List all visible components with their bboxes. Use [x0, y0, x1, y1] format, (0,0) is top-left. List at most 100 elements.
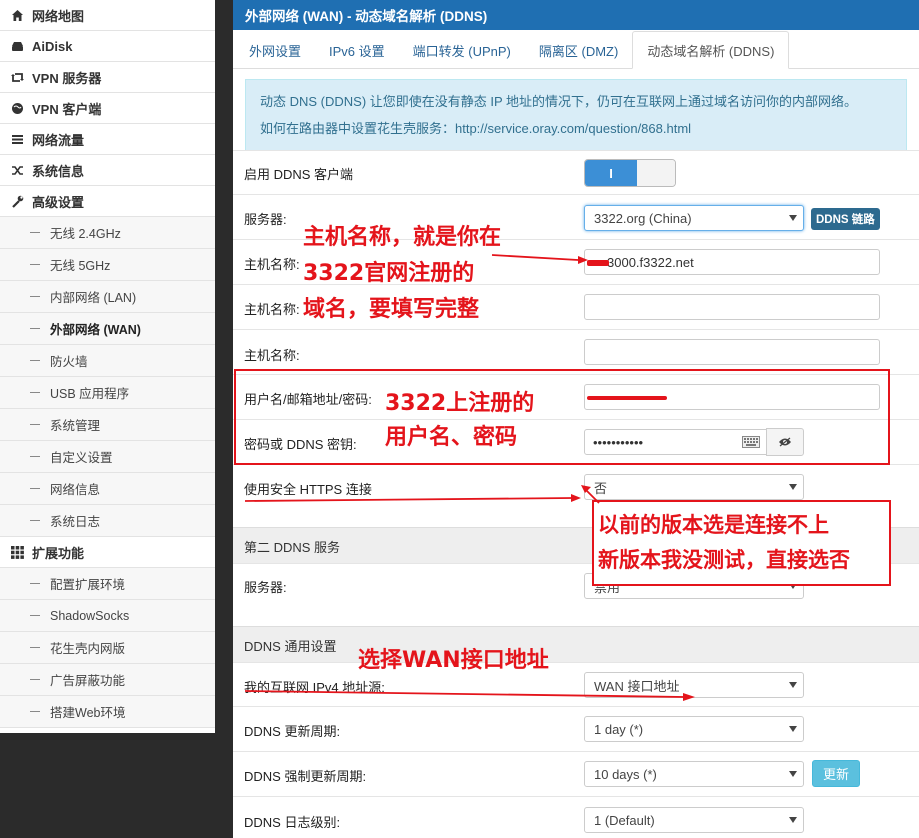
sidebar-sub-label: 外部网络 (WAN): [50, 323, 141, 337]
tab-wan-settings[interactable]: 外网设置: [235, 32, 315, 68]
sidebar-item-vpn-server[interactable]: VPN 服务器: [0, 62, 215, 93]
sidebar-item-traffic[interactable]: 网络流量: [0, 124, 215, 155]
arrow-icon: [244, 494, 581, 502]
annotation-host: 主机名称，就是你在 3322官网注册的 域名，要填写完整: [303, 220, 501, 328]
sidebar-sub-label: 广告屏蔽功能: [50, 674, 126, 688]
hdd-icon: [10, 39, 24, 53]
info-text: 动态 DNS (DDNS) 让您即使在没有静态 IP 地址的情况下，仍可在互联网…: [260, 94, 858, 109]
info-link[interactable]: 如何在路由器中设置花生壳服务：http://service.oray.com/q…: [260, 115, 892, 142]
sidebar-item-label: 网络地图: [32, 8, 85, 24]
sidebar-sub-netinfo[interactable]: 网络信息: [0, 473, 215, 505]
host2-input[interactable]: [584, 294, 880, 320]
sidebar-item-label: 网络流量: [32, 132, 85, 148]
arrow-icon: [491, 254, 588, 264]
chevron-down-icon: [789, 817, 797, 823]
sidebar-sub-oray[interactable]: 花生壳内网版: [0, 632, 215, 664]
tab-port-forward[interactable]: 端口转发 (UPnP): [399, 32, 525, 68]
sidebar-item-vpn-client[interactable]: VPN 客户端: [0, 93, 215, 124]
sidebar-sub-usb[interactable]: USB 应用程序: [0, 377, 215, 409]
host1-label: 主机名称:: [244, 257, 300, 272]
period-label: DDNS 更新周期:: [244, 724, 341, 739]
sidebar-sub-label: 无线 5GHz: [50, 259, 111, 273]
sidebar-sub-firewall[interactable]: 防火墙: [0, 345, 215, 377]
sidebar-sub-label: USB 应用程序: [50, 387, 130, 401]
enable-toggle[interactable]: I: [584, 159, 676, 187]
globe-icon: [10, 101, 24, 115]
section-title: DDNS 通用设置: [244, 639, 337, 654]
host1-input[interactable]: 3000.f3322.net: [584, 249, 880, 275]
sidebar-sub-label: 内部网络 (LAN): [50, 291, 137, 305]
tab-ddns[interactable]: 动态域名解析 (DDNS): [632, 31, 790, 69]
section-ddns-common: DDNS 通用设置: [233, 626, 919, 662]
sidebar-sub-ext-env[interactable]: 配置扩展环境: [0, 568, 215, 600]
sidebar-item-network-map[interactable]: 网络地图: [0, 0, 215, 31]
toggle-on: I: [585, 160, 637, 186]
sidebar-sub-syslog[interactable]: 系统日志: [0, 505, 215, 537]
page-title: 外部网络 (WAN) - 动态域名解析 (DDNS): [233, 0, 919, 30]
chevron-down-icon: [789, 484, 797, 490]
host3-input[interactable]: [584, 339, 880, 365]
sidebar-sub-wan[interactable]: 外部网络 (WAN): [0, 313, 215, 345]
server2-label: 服务器:: [244, 580, 287, 595]
chevron-down-icon: [789, 771, 797, 777]
annotation-line: 主机名称，就是你在: [303, 225, 502, 250]
annotation-user: 3322上注册的 用户名、密码: [385, 387, 534, 455]
redaction-mark: [587, 260, 609, 266]
sidebar-item-aidisk[interactable]: AiDisk: [0, 31, 215, 62]
force-select-value: 10 days (*): [594, 766, 657, 782]
tab-dmz[interactable]: 隔离区 (DMZ): [525, 32, 632, 68]
sidebar-sub-web[interactable]: 搭建Web环境: [0, 696, 215, 728]
sidebar-sub-label: 搭建Web环境: [50, 706, 126, 720]
sidebar-item-extensions[interactable]: 扩展功能: [0, 537, 215, 568]
list-icon: [10, 132, 24, 146]
wrench-icon: [10, 194, 24, 208]
home-icon: [10, 8, 24, 22]
sidebar-sub-adblock[interactable]: 广告屏蔽功能: [0, 664, 215, 696]
sidebar-sub-wireless-5[interactable]: 无线 5GHz: [0, 249, 215, 281]
sidebar-sub-label: 自定义设置: [50, 451, 113, 465]
force-label: DDNS 强制更新周期:: [244, 769, 367, 784]
annotation-line: 3322上注册的: [385, 391, 535, 416]
annotation-https: 以前的版本选是连接不上 新版本我没测试，直接选否: [598, 508, 850, 578]
sidebar-sub-custom[interactable]: 自定义设置: [0, 441, 215, 473]
random-icon: [10, 163, 24, 177]
chevron-down-icon: [789, 215, 797, 221]
section-title: 第二 DDNS 服务: [244, 540, 341, 555]
host3-label: 主机名称:: [244, 348, 300, 363]
arrow-icon: [244, 690, 695, 701]
tab-ipv6[interactable]: IPv6 设置: [315, 32, 399, 68]
period-select[interactable]: 1 day (*): [584, 716, 804, 742]
sidebar-sub-wireless-24[interactable]: 无线 2.4GHz: [0, 217, 215, 249]
host2-label: 主机名称:: [244, 302, 300, 317]
ddns-link-badge[interactable]: DDNS 链路: [811, 208, 880, 230]
force-select[interactable]: 10 days (*): [584, 761, 804, 787]
sidebar-sub-label: 系统管理: [50, 419, 101, 433]
th-icon: [10, 545, 24, 559]
log-select[interactable]: 1 (Default): [584, 807, 804, 833]
tab-bar: 外网设置 IPv6 设置 端口转发 (UPnP) 隔离区 (DMZ) 动态域名解…: [233, 30, 919, 69]
sidebar: 网络地图 AiDisk VPN 服务器 VPN 客户端 网络流量 系统信息 高级…: [0, 0, 215, 733]
sidebar-sub-label: 网络信息: [50, 483, 101, 497]
https-select[interactable]: 否: [584, 474, 804, 500]
sidebar-sub-lan[interactable]: 内部网络 (LAN): [0, 281, 215, 313]
host1-value: 3000.f3322.net: [607, 254, 694, 270]
server-select-value: 3322.org (China): [594, 210, 692, 226]
sidebar-sub-label: 系统日志: [50, 515, 101, 529]
sidebar-item-advanced[interactable]: 高级设置: [0, 186, 215, 217]
sidebar-sub-label: 花生壳内网版: [50, 642, 126, 656]
update-button[interactable]: 更新: [812, 760, 860, 787]
sidebar-item-label: 高级设置: [32, 194, 85, 210]
row-host3: 主机名称:: [233, 329, 919, 374]
sidebar-sub-label: 防火墙: [50, 355, 88, 369]
sidebar-item-label: 系统信息: [32, 163, 85, 179]
sidebar-sub-admin[interactable]: 系统管理: [0, 409, 215, 441]
annotation-box-credentials: [234, 369, 890, 465]
sidebar-item-system-info[interactable]: 系统信息: [0, 155, 215, 186]
period-select-value: 1 day (*): [594, 721, 644, 737]
row-update-period: DDNS 更新周期: 1 day (*): [233, 706, 919, 751]
sidebar-sub-shadowsocks[interactable]: ShadowSocks: [0, 600, 215, 632]
server-select[interactable]: 3322.org (China): [584, 205, 804, 231]
chevron-down-icon: [789, 726, 797, 732]
annotation-line: 以前的版本选是连接不上: [598, 513, 829, 537]
log-label: DDNS 日志级别:: [244, 815, 341, 830]
